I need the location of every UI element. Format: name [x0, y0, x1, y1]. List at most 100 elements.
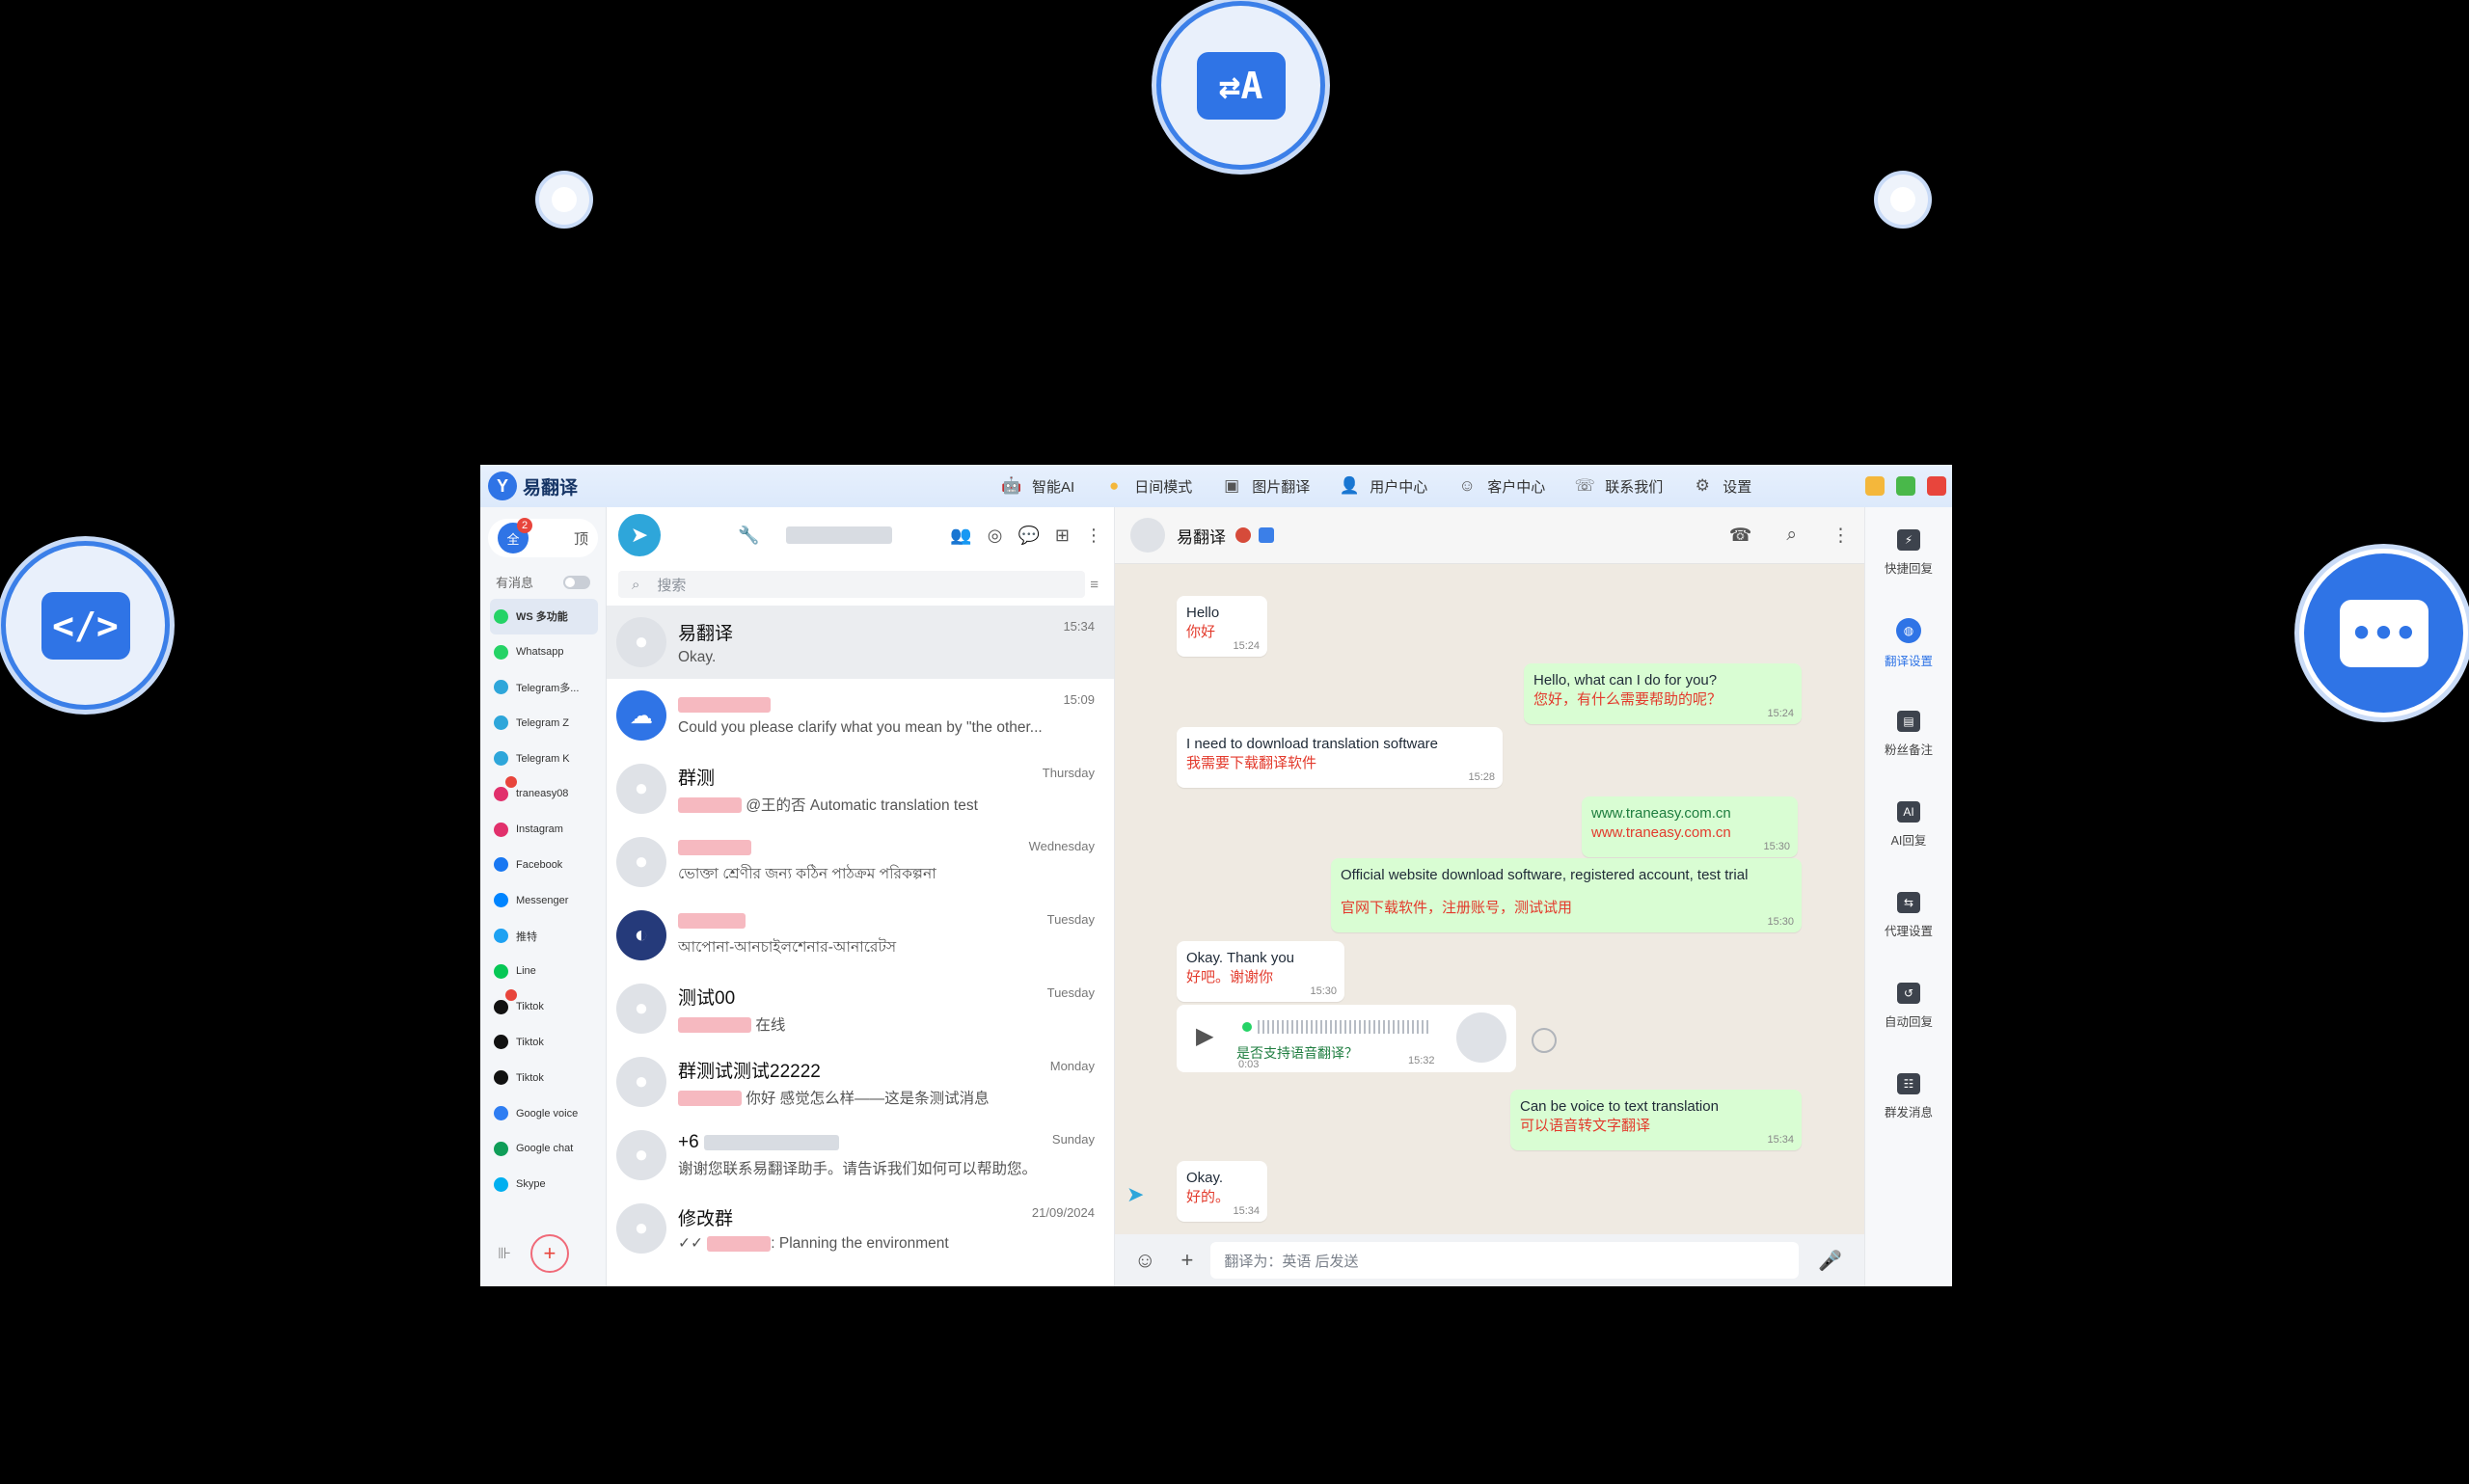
translate-settings-tab[interactable]: ◍ 翻译设置: [1865, 598, 1952, 688]
call-icon[interactable]: ☎: [1729, 525, 1752, 547]
chat-time: Thursday: [1042, 766, 1095, 780]
menu-customer-center[interactable]: ☺ 客户中心: [1456, 475, 1546, 497]
avatar: ☁: [616, 690, 666, 741]
menu-settings[interactable]: ⚙ 设置: [1692, 475, 1752, 497]
maximize-button[interactable]: [1896, 476, 1915, 496]
broadcast-tab[interactable]: ☷ 群发消息: [1865, 1051, 1952, 1142]
code-node: </>: [6, 546, 165, 705]
all-filter-button[interactable]: 全2: [498, 518, 532, 553]
voice-progress-dot[interactable]: [1242, 1022, 1252, 1032]
more-menu-icon[interactable]: ⋮: [1085, 526, 1102, 546]
chat-item[interactable]: ● 群测 @王的否 Automatic translation test Thu…: [607, 752, 1114, 825]
waveform: [1258, 1020, 1431, 1034]
collapse-icon[interactable]: ⊪: [498, 1244, 511, 1263]
tiktok-icon: [494, 1070, 508, 1086]
platform-telegram-k[interactable]: Telegram K: [490, 741, 606, 776]
menu-day-mode[interactable]: ● 日间模式: [1103, 475, 1192, 497]
chat-name: 测试00: [678, 987, 736, 1009]
chat-time: 15:34: [1063, 619, 1095, 634]
proxy-settings-tab[interactable]: ⇆ 代理设置: [1865, 870, 1952, 960]
platform-skype[interactable]: Skype: [490, 1167, 606, 1202]
auto-reply-tab[interactable]: ↺ 自动回复: [1865, 960, 1952, 1051]
attach-plus-icon[interactable]: +: [1180, 1248, 1193, 1273]
filter-switch: 全2 顶: [488, 518, 598, 557]
unread-toggle[interactable]: [563, 575, 590, 589]
platform-ws-multi[interactable]: WS 多功能: [490, 599, 598, 634]
platform-tiktok-1[interactable]: Tiktok: [490, 988, 606, 1025]
chat-item[interactable]: ● 修改群 ✓✓ : Planning the environment 21/09…: [607, 1192, 1114, 1265]
emoji-icon[interactable]: ☺: [1134, 1248, 1155, 1273]
chat-preview: 谢谢您联系易翻译助手。请告诉我们如何可以帮助您。: [678, 1161, 1038, 1177]
platform-whatsapp[interactable]: Whatsapp: [490, 634, 606, 670]
status-icon[interactable]: ◎: [988, 526, 1003, 546]
google-voice-icon: [494, 1106, 508, 1121]
messenger-icon: [494, 893, 508, 908]
chat-time: Tuesday: [1046, 912, 1095, 927]
add-icon[interactable]: ⊞: [1055, 526, 1070, 546]
more-menu-icon[interactable]: ⋮: [1831, 525, 1850, 547]
broadcast-icon: ☷: [1897, 1072, 1920, 1094]
chat-search[interactable]: ⌕ 搜索 ≡: [618, 571, 1099, 598]
close-button[interactable]: [1927, 476, 1946, 496]
play-button[interactable]: ▶: [1196, 1022, 1213, 1050]
platform-facebook[interactable]: Facebook: [490, 848, 606, 883]
platform-instagram[interactable]: Instagram: [490, 812, 606, 848]
menu-contact-us[interactable]: ☏ 联系我们: [1574, 475, 1664, 497]
chat-name: 群测: [678, 768, 716, 789]
gear-icon: ⚙: [1695, 476, 1710, 495]
quick-reply-tab[interactable]: ⚡ 快捷回复: [1865, 507, 1952, 598]
new-chat-icon[interactable]: 💬: [1017, 526, 1039, 546]
instagram-icon: [494, 822, 508, 837]
pinned-filter-button[interactable]: 顶: [574, 528, 588, 549]
platform-messenger[interactable]: Messenger: [490, 882, 606, 918]
chat-preview: ✓✓ : Planning the environment: [678, 1235, 949, 1252]
contacts-icon[interactable]: 👥: [950, 526, 971, 546]
facebook-icon: [494, 857, 508, 873]
chat-preview: @王的否 Automatic translation test: [678, 794, 1099, 815]
notes-icon: ▤: [1897, 710, 1920, 732]
chat-item[interactable]: ● 测试00 在线 Tuesday: [607, 972, 1114, 1045]
sun-icon: ●: [1109, 476, 1120, 495]
microphone-icon[interactable]: 🎤: [1818, 1249, 1842, 1273]
chat-item[interactable]: ● 易翻译 Okay. 15:34: [607, 606, 1114, 679]
platform-google-chat[interactable]: Google chat: [490, 1131, 606, 1167]
logo-icon: Y: [488, 472, 517, 500]
platform-tiktok-3[interactable]: Tiktok: [490, 1060, 606, 1095]
phone-icon: ☏: [1574, 476, 1595, 495]
minimize-button[interactable]: [1865, 476, 1885, 496]
search-input[interactable]: 搜索: [657, 575, 686, 595]
platform-tiktok-2[interactable]: Tiktok: [490, 1025, 606, 1061]
platform-line[interactable]: Line: [490, 954, 606, 989]
auto-reply-icon: ↺: [1897, 982, 1920, 1004]
proxy-icon: ⇆: [1897, 891, 1920, 913]
platform-google-voice[interactable]: Google voice: [490, 1095, 606, 1131]
chat-time: 15:09: [1063, 692, 1095, 707]
fan-notes-tab[interactable]: ▤ 粉丝备注: [1865, 688, 1952, 779]
menu-smart-ai[interactable]: 🤖 智能AI: [1001, 475, 1074, 497]
add-platform-button[interactable]: +: [529, 1234, 569, 1273]
chat-item[interactable]: ● ভোক্তা শ্রেণীর জন্য কঠিন পাঠক্রম পরিকল…: [607, 825, 1114, 899]
chat-time: 21/09/2024: [1031, 1205, 1095, 1220]
chat-item[interactable]: ● 群测试测试22222 你好 感觉怎么样——这是条测试消息 Monday: [607, 1045, 1114, 1119]
chat-item[interactable]: ◐ আপোনা-আনচাইলশেনার-আনারেটস Tuesday: [607, 899, 1114, 972]
platform-twitter[interactable]: 推特: [490, 918, 606, 954]
reaction-icon[interactable]: [1532, 1028, 1557, 1053]
app-logo: Y 易翻译: [488, 472, 578, 500]
user-icon: 👤: [1339, 476, 1360, 495]
telegram-icon: [494, 680, 508, 695]
filter-icon[interactable]: ≡: [1090, 577, 1099, 593]
message-input[interactable]: 翻译为：英语 后发送: [1210, 1242, 1800, 1279]
chat-item[interactable]: ● +6 谢谢您联系易翻译助手。请告诉我们如何可以帮助您。 Sunday: [607, 1119, 1114, 1192]
ai-reply-tab[interactable]: AI AI回复: [1865, 779, 1952, 870]
platform-telegram-multi[interactable]: Telegram多...: [490, 670, 606, 706]
language-flag-icon: [1235, 527, 1251, 543]
chat-item[interactable]: ☁ Could you please clarify what you mean…: [607, 679, 1114, 752]
menu-image-translate[interactable]: ▣ 图片翻译: [1221, 475, 1310, 497]
menu-user-center[interactable]: 👤 用户中心: [1339, 475, 1428, 497]
voice-duration: 0:03: [1238, 1059, 1260, 1070]
search-icon[interactable]: ⌕: [1786, 525, 1797, 547]
wrench-icon[interactable]: 🔧: [738, 526, 759, 546]
tiktok-icon: [494, 1035, 508, 1050]
platform-telegram-z[interactable]: Telegram Z: [490, 705, 606, 741]
platform-instagram-account[interactable]: traneasy08: [490, 775, 606, 812]
